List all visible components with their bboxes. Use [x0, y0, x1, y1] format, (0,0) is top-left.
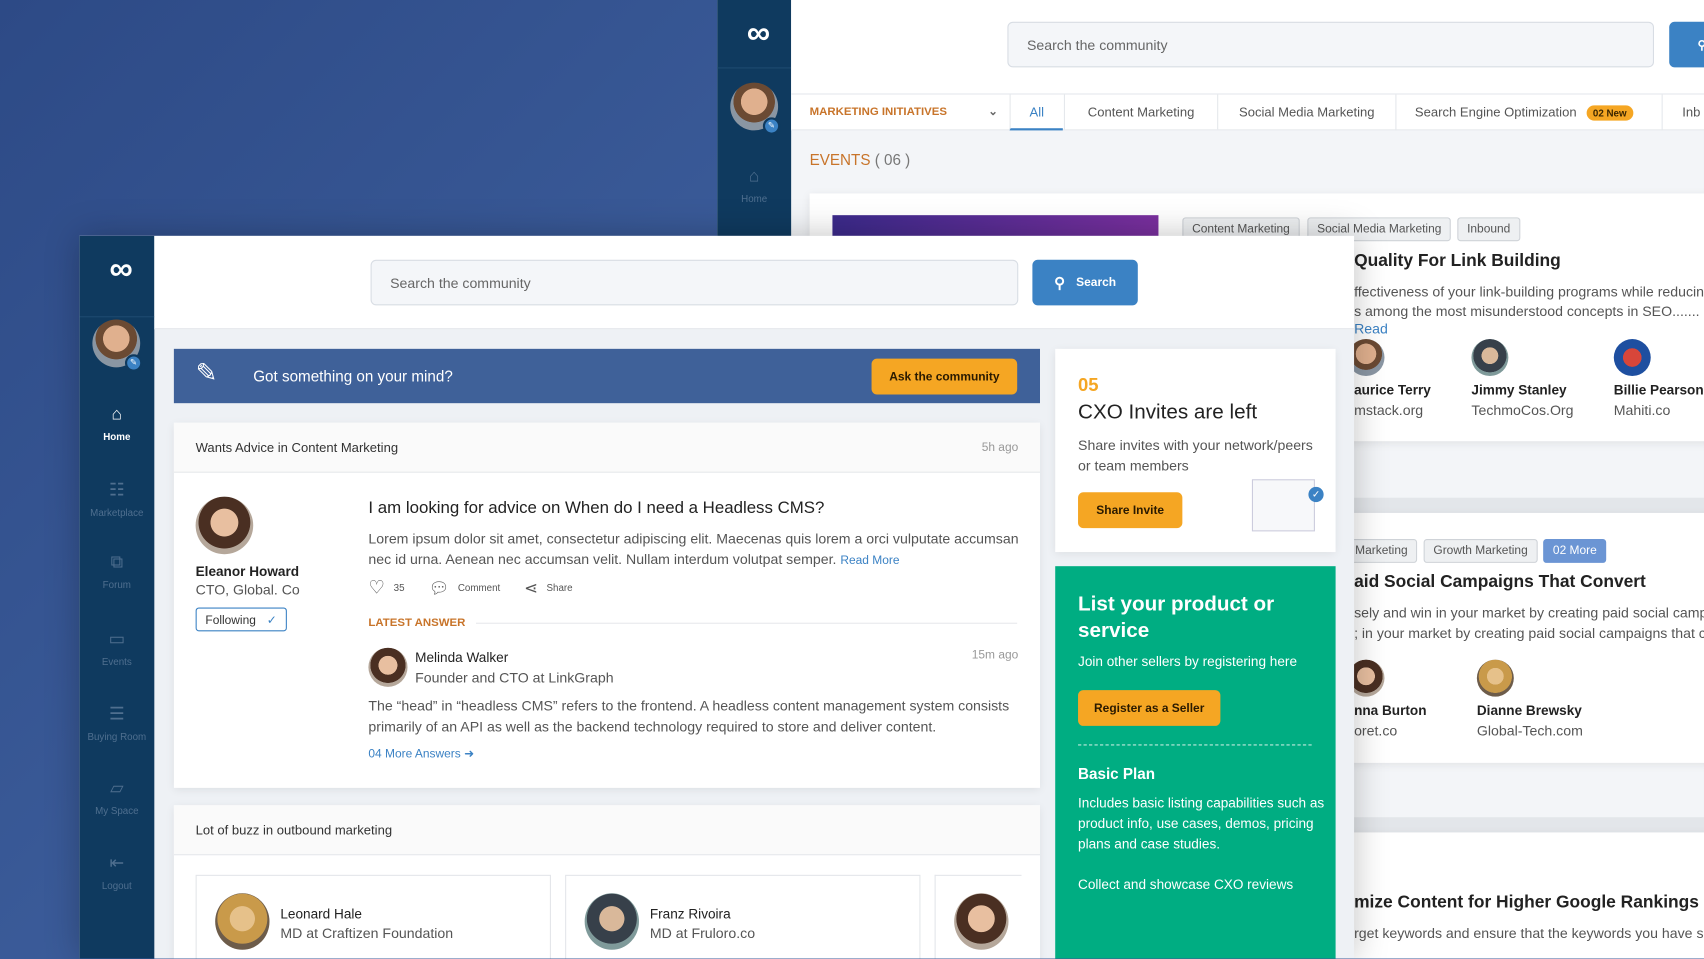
more-answers-link[interactable]: 04 More Answers ➜: [368, 747, 474, 761]
tab-content-marketing[interactable]: Content Marketing: [1063, 94, 1217, 130]
search-icon: ⚲: [1697, 37, 1704, 52]
chevron-down-icon: ⌄: [988, 105, 998, 119]
logo-icon: ∞: [109, 251, 133, 287]
sidebar-item-home[interactable]: ⌂ Home: [717, 167, 791, 204]
event-tag[interactable]: Growth Marketing: [1423, 539, 1538, 563]
share-icon[interactable]: ⋖: [524, 578, 538, 597]
like-icon[interactable]: ♡: [368, 577, 385, 599]
sidebar-item-marketplace[interactable]: ☷ Marketplace: [79, 479, 154, 518]
chat-pencil-icon: ✎: [195, 358, 218, 388]
video-icon: ▭: [108, 630, 126, 649]
filter-dropdown[interactable]: MARKETING INITIATIVES ⌄: [810, 105, 998, 118]
avatar: [1471, 339, 1509, 377]
sidebar-item-buying-room[interactable]: ☰ Buying Room: [79, 703, 154, 742]
buzz-card: Lot of buzz in outbound marketing Leonar…: [173, 805, 1041, 959]
tab-all[interactable]: All: [1009, 94, 1063, 131]
edit-icon[interactable]: ✎: [124, 354, 143, 372]
share-invite-button[interactable]: Share Invite: [1078, 492, 1183, 529]
event-title[interactable]: mize Content for Higher Google Rankings: [1354, 893, 1699, 913]
home-icon: ⌂: [748, 167, 760, 186]
home-icon: ⌂: [111, 405, 123, 424]
folder-icon: ▱: [110, 779, 124, 798]
back-search-input[interactable]: Search the community: [1007, 21, 1655, 68]
events-heading: EVENTS ( 06 ): [809, 151, 911, 169]
sidebar-item-home[interactable]: ⌂ Home: [79, 405, 154, 442]
author-avatar[interactable]: [195, 496, 254, 555]
tab-bar: MARKETING INITIATIVES ⌄ All Content Marke…: [791, 93, 1704, 131]
invites-card: 05 CXO Invites are left Share invites wi…: [1055, 348, 1336, 553]
check-icon: ✓: [266, 614, 277, 628]
ask-banner: ✎ Got something on your mind? Ask the co…: [173, 348, 1041, 404]
search-button[interactable]: ⚲ Search: [1032, 259, 1138, 306]
following-button[interactable]: Following ✓: [195, 607, 287, 632]
handshake-icon: ⧉: [110, 553, 124, 572]
envelope-icon: ✓: [1251, 479, 1324, 532]
sidebar-item-forum[interactable]: ⧉ Forum: [79, 553, 154, 590]
search-input[interactable]: Search the community: [370, 259, 1019, 306]
logout-icon: ⇤: [109, 854, 125, 873]
read-more-link[interactable]: Read More: [840, 554, 899, 567]
front-window: ∞ ✎ ⌂ Home ☷ Marketplace ⧉ Forum ▭ Events ☰ B…: [79, 235, 1355, 959]
new-badge: 02 New: [1586, 105, 1634, 121]
event-title[interactable]: Quality For Link Building: [1354, 252, 1561, 272]
avatar: [584, 893, 639, 950]
avatar: [1613, 339, 1651, 377]
ask-community-button[interactable]: Ask the community: [871, 358, 1018, 395]
register-seller-button[interactable]: Register as a Seller: [1078, 690, 1221, 726]
tab-seo[interactable]: Search Engine Optimization 02 New: [1395, 94, 1663, 131]
share-button[interactable]: Share: [547, 582, 573, 593]
more-tags-badge[interactable]: 02 More: [1543, 539, 1607, 563]
comment-icon[interactable]: 💬︎: [428, 578, 449, 597]
avatar: [1476, 659, 1514, 697]
answer-avatar[interactable]: [368, 647, 408, 687]
list-icon: ☷: [109, 481, 125, 500]
back-search-button[interactable]: ⚲: [1669, 21, 1704, 68]
sidebar: ∞ ✎ ⌂ Home ☷ Marketplace ⧉ Forum ▭ Events ☰ B…: [79, 235, 155, 959]
post-category[interactable]: Wants Advice in Content Marketing: [196, 440, 398, 455]
comment-button[interactable]: Comment: [458, 582, 500, 593]
post-card: Wants Advice in Content Marketing 5h ago…: [173, 422, 1041, 788]
search-icon: ⚲: [1054, 273, 1066, 291]
person-card[interactable]: Franz Rivoira MD at Fruloro.co: [565, 874, 921, 959]
tab-inbound[interactable]: Inb: [1682, 95, 1700, 130]
event-tag[interactable]: Inbound: [1457, 217, 1521, 242]
seller-card: List your product or service Join other …: [1055, 566, 1336, 959]
avatar: [954, 893, 1009, 950]
event-tag[interactable]: Marketing: [1345, 539, 1418, 563]
read-more-link[interactable]: Read: [1354, 321, 1388, 337]
avatar: [215, 893, 270, 950]
event-title[interactable]: aid Social Campaigns That Convert: [1354, 573, 1646, 593]
person-card[interactable]: Leonard Hale MD at Craftizen Foundation: [195, 874, 551, 959]
person-card[interactable]: [934, 874, 1022, 959]
logo-icon: ∞: [746, 15, 770, 52]
user-avatar[interactable]: ✎: [730, 82, 781, 135]
edit-icon[interactable]: ✎: [762, 117, 781, 135]
tab-social-media-marketing[interactable]: Social Media Marketing: [1217, 94, 1395, 130]
sidebar-item-logout[interactable]: ⇤ Logout: [79, 852, 154, 891]
sidebar-item-my-space[interactable]: ▱ My Space: [79, 777, 154, 816]
sidebar-item-events[interactable]: ▭ Events: [79, 628, 154, 667]
post-title[interactable]: I am looking for advice on When do I nee…: [368, 499, 824, 519]
list-icon: ☰: [109, 705, 125, 724]
user-avatar[interactable]: ✎: [92, 319, 143, 372]
chevron-right-circle-icon: ➜: [464, 747, 475, 761]
